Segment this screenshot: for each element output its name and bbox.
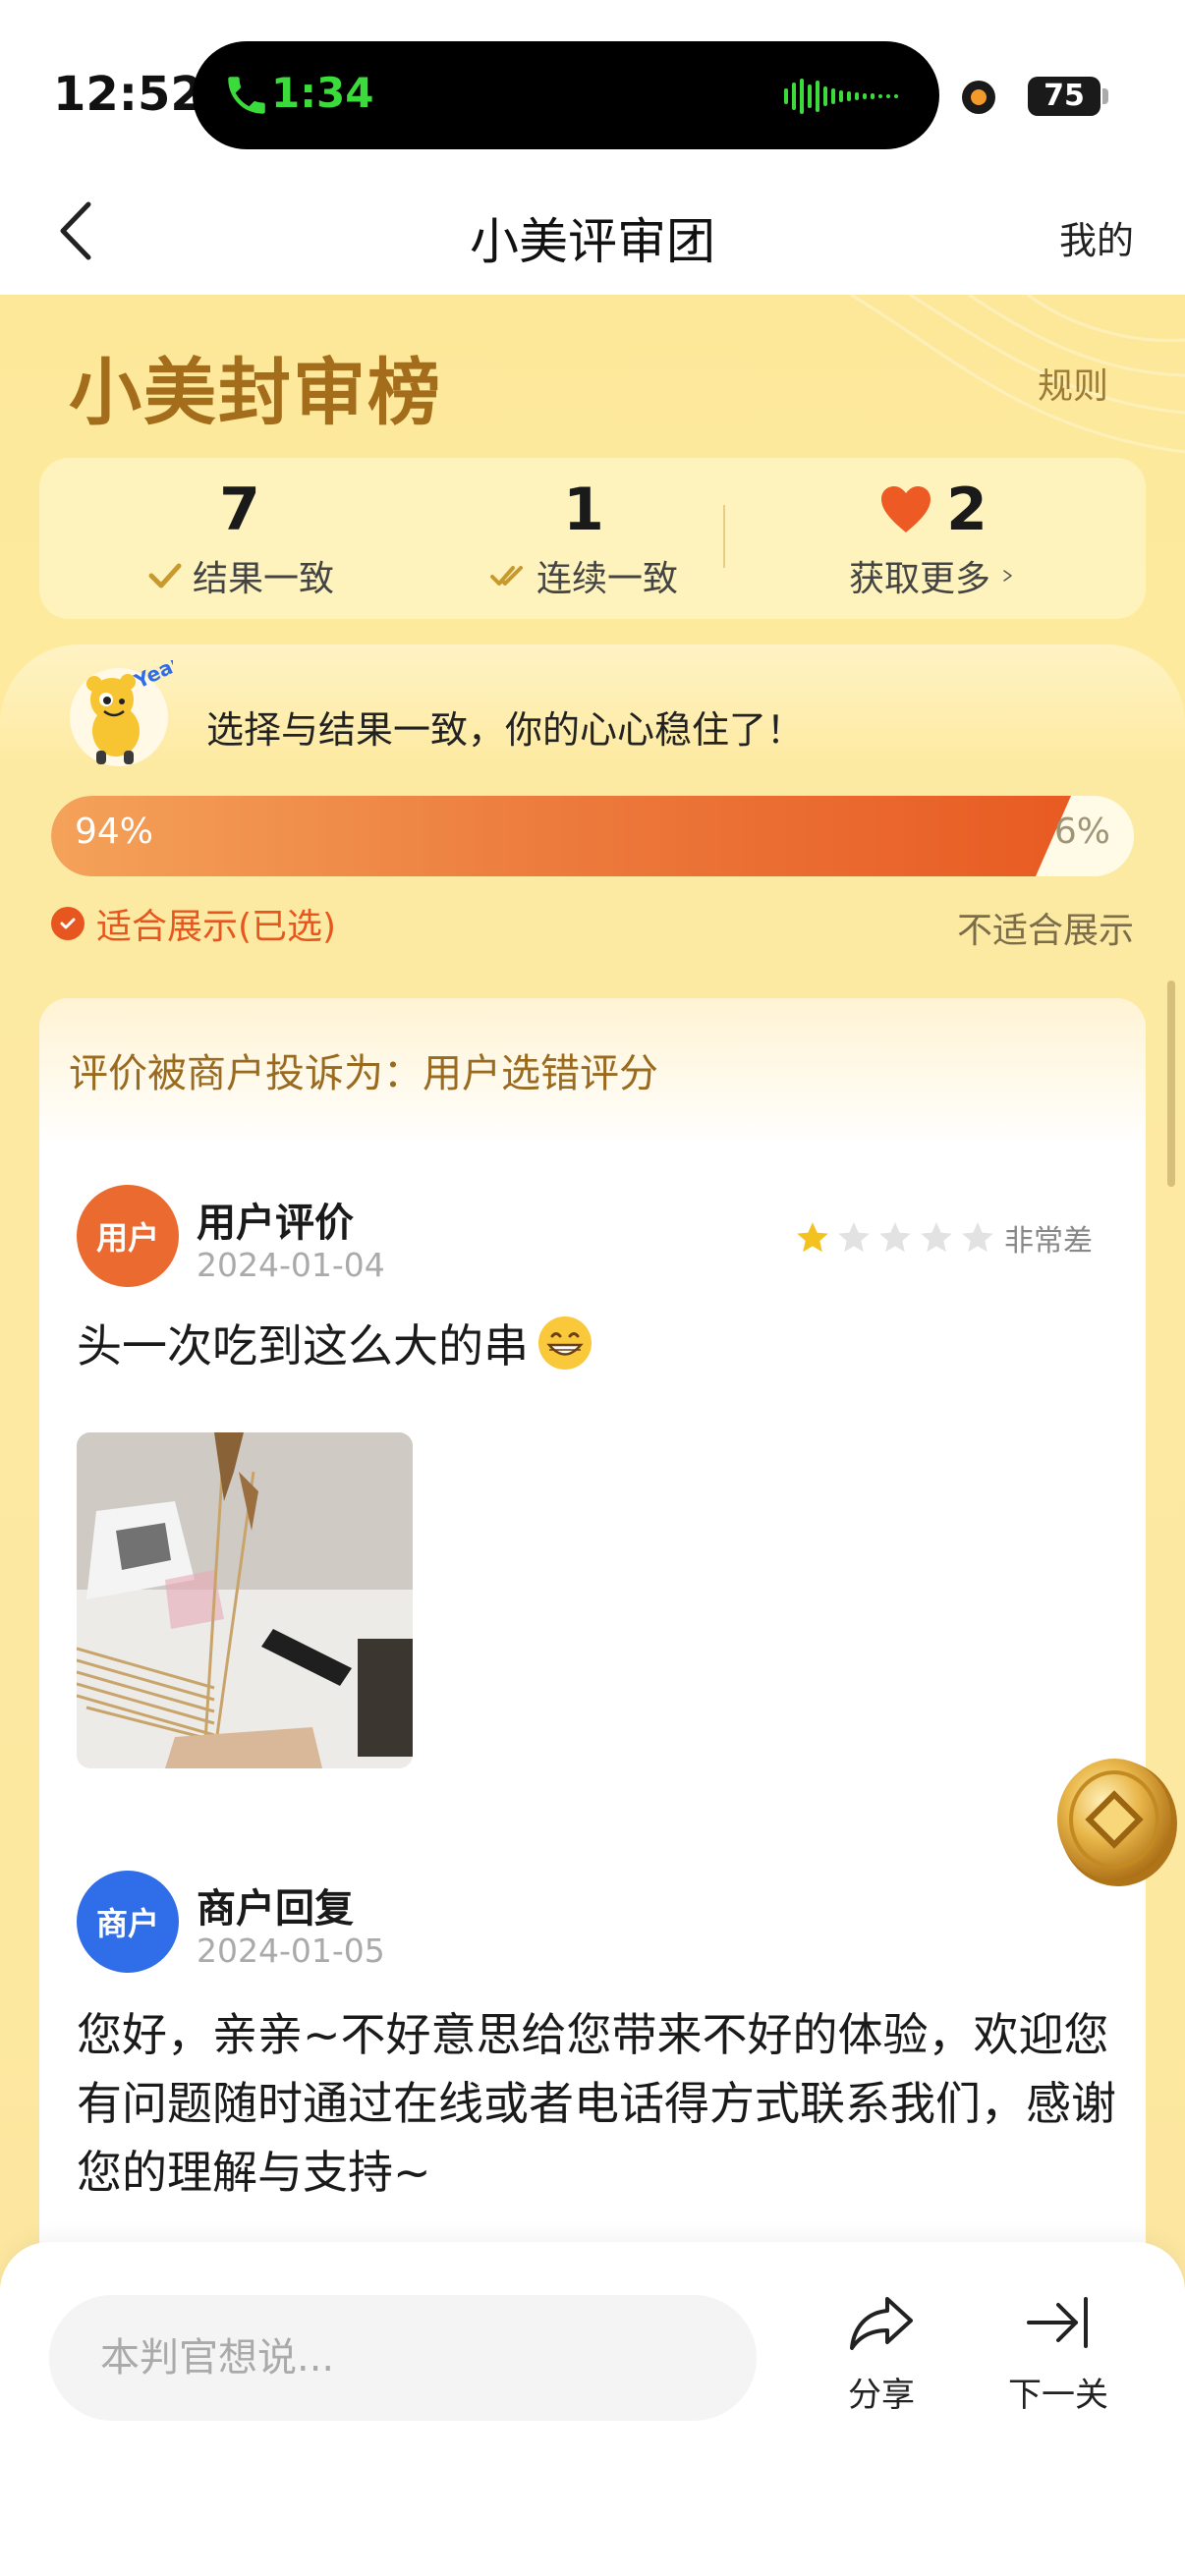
merchant-reply-text: 您好，亲亲~不好意思给您带来不好的体验，欢迎您有问题随时通过在线或者电话得方式联… bbox=[77, 2008, 1116, 2199]
gold-coin-icon[interactable] bbox=[1051, 1755, 1179, 1888]
review-card: 评价被商户投诉为：用户选错评分 用户 用户评价 2024-01-04 非常差 头… bbox=[39, 998, 1146, 2374]
share-label: 分享 bbox=[848, 2376, 915, 2415]
star-filled-icon bbox=[797, 1222, 828, 1253]
user-author: 用户评价 bbox=[197, 1201, 354, 1246]
battery-tip bbox=[1102, 88, 1108, 104]
merchant-author: 商户回复 bbox=[197, 1886, 354, 1932]
stat-hearts[interactable]: 2 获取更多 bbox=[747, 476, 1120, 601]
page-title: 小美评审团 bbox=[470, 213, 715, 270]
complaint-text: 评价被商户投诉为：用户选错评分 bbox=[69, 1051, 658, 1096]
star-empty-icon bbox=[838, 1222, 870, 1253]
star-empty-icon bbox=[921, 1222, 952, 1253]
selected-check-icon bbox=[51, 907, 85, 940]
bottom-action-bar: 分享 下一关 bbox=[0, 2242, 1185, 2576]
left-percent: 94% bbox=[75, 812, 154, 852]
user-review-text: 头一次吃到这么大的串 bbox=[77, 1311, 593, 1375]
vote-result-message: 选择与结果一致，你的心心稳住了！ bbox=[206, 708, 805, 752]
skip-next-icon bbox=[1027, 2297, 1088, 2348]
option-not-suitable[interactable]: 不适合展示 bbox=[957, 902, 1134, 953]
vote-bar bbox=[51, 796, 1134, 876]
brand-title: 小美封审榜 bbox=[69, 351, 442, 435]
streak-count: 1 bbox=[563, 476, 604, 544]
skewers-photo-image bbox=[77, 1432, 413, 1768]
review-photo[interactable] bbox=[77, 1432, 413, 1768]
double-check-icon bbox=[489, 566, 523, 586]
rating-label: 非常差 bbox=[1004, 1224, 1093, 1259]
share-icon bbox=[850, 2297, 913, 2350]
heart-icon bbox=[881, 486, 931, 532]
chevron-right-icon bbox=[1003, 570, 1012, 582]
result-match-label: 结果一致 bbox=[192, 559, 334, 599]
scrollbar-thumb[interactable] bbox=[1167, 980, 1175, 1187]
battery-icon: 75 bbox=[1028, 77, 1100, 116]
complaint-band: 评价被商户投诉为：用户选错评分 bbox=[39, 998, 1146, 1146]
vote-bar-fill-left bbox=[51, 796, 1087, 876]
star-empty-icon bbox=[879, 1222, 911, 1253]
my-link[interactable]: 我的 bbox=[1059, 210, 1134, 264]
next-level-label: 下一关 bbox=[1008, 2376, 1108, 2415]
stat-result-match: 7 结果一致 bbox=[73, 476, 407, 601]
right-percent: 6% bbox=[1053, 812, 1110, 852]
status-bar: 12:52 1:34 75 bbox=[0, 0, 1185, 177]
result-match-count: 7 bbox=[219, 476, 260, 544]
merchant-reply-date: 2024-01-05 bbox=[197, 1932, 385, 1970]
share-button[interactable]: 分享 bbox=[818, 2291, 945, 2416]
mascot-icon: Yeah bbox=[70, 660, 173, 766]
check-icon bbox=[148, 563, 182, 588]
stats-card: 7 结果一致 1 连续一致 2 获取更多 bbox=[39, 458, 1146, 619]
stat-streak: 1 连续一致 bbox=[417, 476, 751, 601]
star-empty-icon bbox=[962, 1222, 993, 1253]
merchant-avatar: 商户 bbox=[77, 1871, 179, 1973]
star-rating: 非常差 bbox=[794, 1216, 1093, 1260]
call-duration: 1:34 bbox=[271, 69, 374, 117]
comment-input[interactable] bbox=[49, 2295, 757, 2421]
get-more-label: 获取更多 bbox=[848, 559, 990, 599]
stat-divider bbox=[723, 505, 725, 568]
option-suitable-label: 适合展示(已选) bbox=[96, 907, 337, 947]
hearts-count: 2 bbox=[946, 476, 988, 544]
dynamic-island-call[interactable]: 1:34 bbox=[193, 41, 939, 149]
user-review-text-content: 头一次吃到这么大的串 bbox=[77, 1319, 529, 1372]
user-avatar: 用户 bbox=[77, 1185, 179, 1287]
option-suitable[interactable]: 适合展示(已选) bbox=[51, 898, 336, 949]
phone-icon bbox=[228, 77, 265, 114]
stars-container bbox=[794, 1219, 996, 1257]
audio-wave-icon bbox=[784, 79, 898, 114]
recording-indicator-icon bbox=[962, 81, 995, 114]
clock: 12:52 bbox=[53, 67, 203, 122]
user-review-date: 2024-01-04 bbox=[197, 1246, 385, 1284]
grinning-emoji-icon bbox=[538, 1316, 592, 1370]
rules-link[interactable]: 规则 bbox=[1038, 358, 1108, 409]
streak-label: 连续一致 bbox=[536, 559, 678, 599]
next-level-button[interactable]: 下一关 bbox=[994, 2291, 1122, 2416]
